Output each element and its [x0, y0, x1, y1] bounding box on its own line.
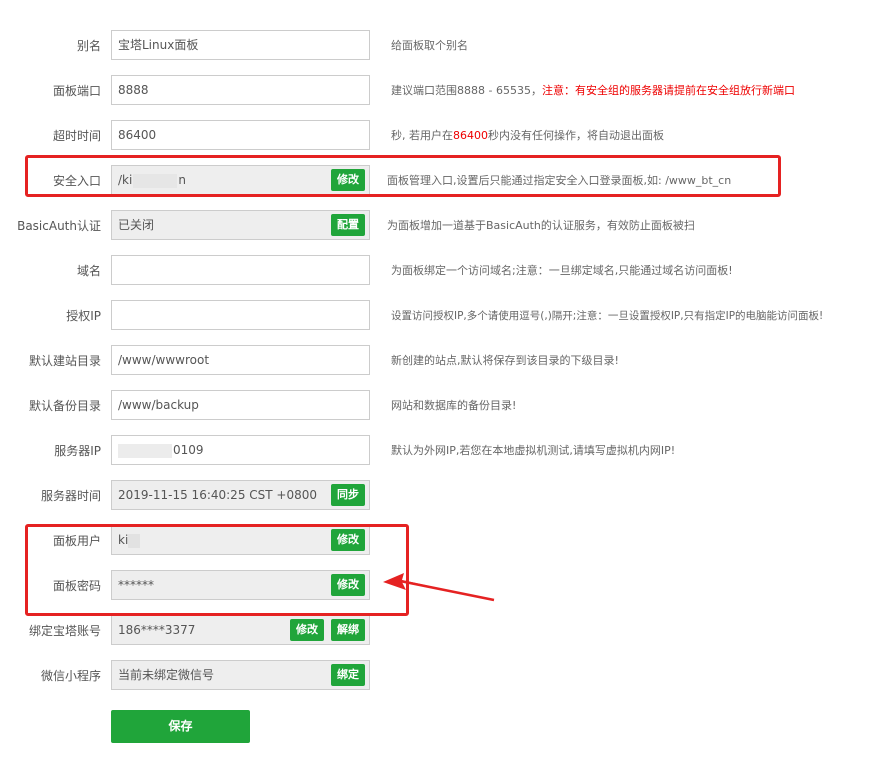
annotation-arrow: [383, 573, 495, 602]
